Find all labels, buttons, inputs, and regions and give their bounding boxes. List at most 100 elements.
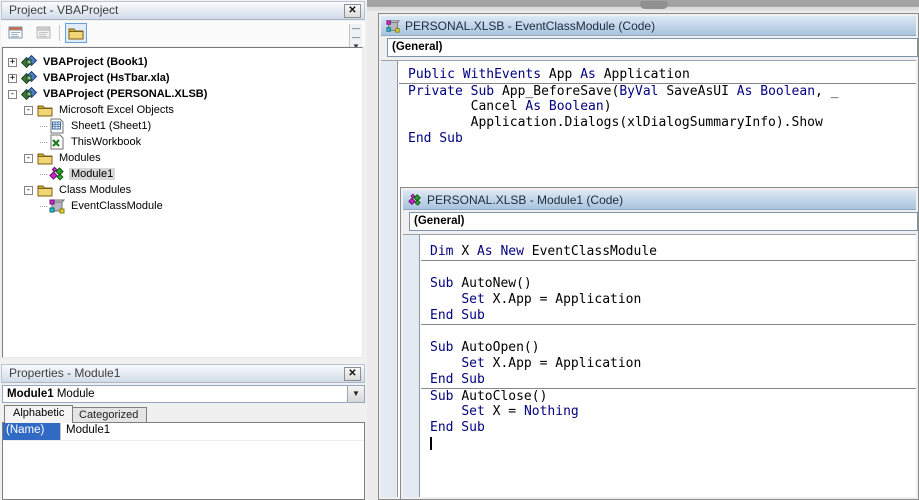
property-name-cell[interactable]: (Name)	[3, 423, 61, 440]
module-icon	[49, 166, 65, 182]
project-icon	[21, 70, 37, 86]
properties-object-name: Module1	[7, 388, 54, 400]
code-window1-titlebar[interactable]: PERSONAL.XLSB - EventClassModule (Code)	[381, 16, 916, 36]
code-line	[421, 260, 916, 276]
code-line: End Sub	[430, 372, 485, 387]
project-icon	[21, 86, 37, 102]
tree-item-module1[interactable]: Module1	[3, 166, 362, 182]
chevron-down-icon[interactable]: ▼	[347, 386, 364, 402]
tree-item-label: ThisWorkbook	[71, 136, 142, 148]
collapse-icon[interactable]: -	[8, 89, 17, 99]
collapse-icon[interactable]: -	[24, 105, 33, 115]
code-window1-title: PERSONAL.XLSB - EventClassModule (Code)	[405, 18, 656, 33]
code-line: Sub AutoClose()	[421, 388, 916, 404]
general-dropdown-1[interactable]: (General)	[387, 38, 918, 57]
left-dock: Project - VBAProject ✕ — — + VBAProject …	[0, 0, 367, 500]
code-area-2[interactable]: Dim X As New EventClassModule Sub AutoNew…	[403, 234, 916, 497]
code-line: Set X.App = Application	[461, 292, 642, 307]
tree-item-label: Microsoft Excel Objects	[59, 104, 174, 116]
tree-item-label: Sheet1 (Sheet1)	[71, 120, 152, 132]
tree-item-label: VBAProject (HsTbar.xla)	[43, 72, 170, 84]
view-object-icon[interactable]	[33, 23, 55, 43]
collapse-icon[interactable]: -	[24, 185, 33, 195]
tree-item-microsoft-excel-objects[interactable]: - Microsoft Excel Objects	[3, 102, 362, 118]
code-window1-combo-row: (General)	[381, 36, 918, 60]
tab-alphabetic[interactable]: Alphabetic	[4, 405, 74, 423]
property-value-cell[interactable]: Module1	[61, 423, 115, 440]
properties-object-type: Module	[56, 388, 95, 400]
properties-panel-title: Properties - Module1	[9, 366, 121, 380]
code-window2-titlebar[interactable]: PERSONAL.XLSB - Module1 (Code)	[403, 190, 916, 210]
tree-item-vbaproject-hstbar-xla[interactable]: + VBAProject (HsTbar.xla)	[3, 70, 362, 86]
tree-connector	[40, 141, 47, 143]
code-line: Application.Dialogs(xlDialogSummaryInfo)…	[408, 115, 823, 130]
sheet-icon	[49, 118, 65, 134]
code-line: Public WithEvents App As Application	[408, 67, 690, 82]
tree-item-sheet1-sheet1[interactable]: Sheet1 (Sheet1)	[3, 118, 362, 134]
module-icon	[408, 193, 422, 207]
code-line: Set X = Nothing	[461, 404, 579, 419]
code-line: Cancel As Boolean)	[408, 99, 612, 114]
code-line: Private Sub App_BeforeSave(ByVal SaveAsU…	[399, 83, 916, 99]
folder-glyph	[68, 28, 84, 40]
tree-item-label: Module1	[69, 168, 116, 180]
property-row: (Name) Module1	[3, 423, 364, 441]
properties-panel-close-icon[interactable]: ✕	[344, 367, 361, 381]
view-code-glyph	[8, 26, 23, 39]
tree-item-class-modules[interactable]: - Class Modules	[3, 182, 362, 198]
project-panel-close-icon[interactable]: ✕	[344, 4, 361, 18]
text-caret	[430, 437, 432, 450]
code-window2-combo-row: (General)	[403, 210, 918, 234]
tree-item-eventclassmodule[interactable]: EventClassModule	[3, 198, 362, 214]
view-code-icon[interactable]	[5, 23, 27, 43]
tree-item-label: VBAProject (PERSONAL.XLSB)	[43, 88, 208, 100]
code-line: End Sub	[430, 308, 485, 323]
project-toolbar: ——▼	[1, 21, 365, 51]
toolbar-separator	[59, 25, 60, 41]
code-margin-bar-1	[381, 61, 398, 497]
tree-item-thisworkbook[interactable]: ThisWorkbook	[3, 134, 362, 150]
cursor-artifact	[640, 1, 668, 9]
project-panel-title: Project - VBAProject	[9, 3, 119, 17]
folder-icon	[37, 102, 53, 118]
code-line: Sub AutoOpen()	[430, 340, 540, 355]
code-line: End Sub	[430, 420, 485, 435]
tree-item-vbaproject-personal-xlsb[interactable]: - VBAProject (PERSONAL.XLSB)	[3, 86, 362, 102]
tree-connector	[40, 173, 47, 175]
tree-item-label: EventClassModule	[71, 200, 163, 212]
code-window-module1: PERSONAL.XLSB - Module1 (Code) (General)…	[400, 187, 919, 500]
class-module-icon	[386, 19, 400, 33]
folder-icon	[37, 150, 53, 166]
project-tree[interactable]: + VBAProject (Book1) + VBAProject (HsTbar.x…	[2, 47, 363, 358]
tree-item-label: Class Modules	[59, 184, 132, 196]
tree-item-modules[interactable]: - Modules	[3, 150, 362, 166]
general-dropdown-2[interactable]: (General)	[409, 212, 918, 231]
project-icon	[21, 54, 37, 70]
code-line: End Sub	[408, 131, 463, 146]
view-object-glyph	[36, 26, 51, 39]
workbook-icon	[49, 134, 65, 150]
expand-icon[interactable]: +	[8, 57, 17, 67]
tree-item-label: VBAProject (Book1)	[43, 56, 148, 68]
properties-panel-titlebar[interactable]: Properties - Module1 ✕	[1, 364, 365, 383]
code-window2-title: PERSONAL.XLSB - Module1 (Code)	[427, 192, 624, 207]
code-line: Sub AutoNew()	[430, 276, 532, 291]
collapse-icon[interactable]: -	[24, 153, 33, 163]
toggle-folders-icon[interactable]	[65, 23, 87, 43]
code-line: Set X.App = Application	[461, 356, 642, 371]
tab-categorized[interactable]: Categorized	[70, 407, 148, 423]
code-line	[421, 436, 916, 452]
code-line: Dim X As New EventClassModule	[430, 244, 657, 259]
code-line	[421, 324, 916, 340]
properties-object-combobox[interactable]: Module1 Module ▼	[2, 385, 365, 403]
tree-connector	[40, 125, 47, 127]
code-lines-2: Dim X As New EventClassModule Sub AutoNew…	[421, 235, 916, 497]
expand-icon[interactable]: +	[8, 73, 17, 83]
class-icon	[49, 198, 65, 214]
properties-grid: (Name) Module1	[2, 422, 365, 500]
tree-item-vbaproject-book1[interactable]: + VBAProject (Book1)	[3, 54, 362, 70]
tree-connector	[40, 205, 47, 207]
code-margin-bar-2	[403, 235, 420, 497]
tree-item-label: Modules	[59, 152, 101, 164]
project-panel-titlebar[interactable]: Project - VBAProject ✕	[1, 1, 365, 20]
